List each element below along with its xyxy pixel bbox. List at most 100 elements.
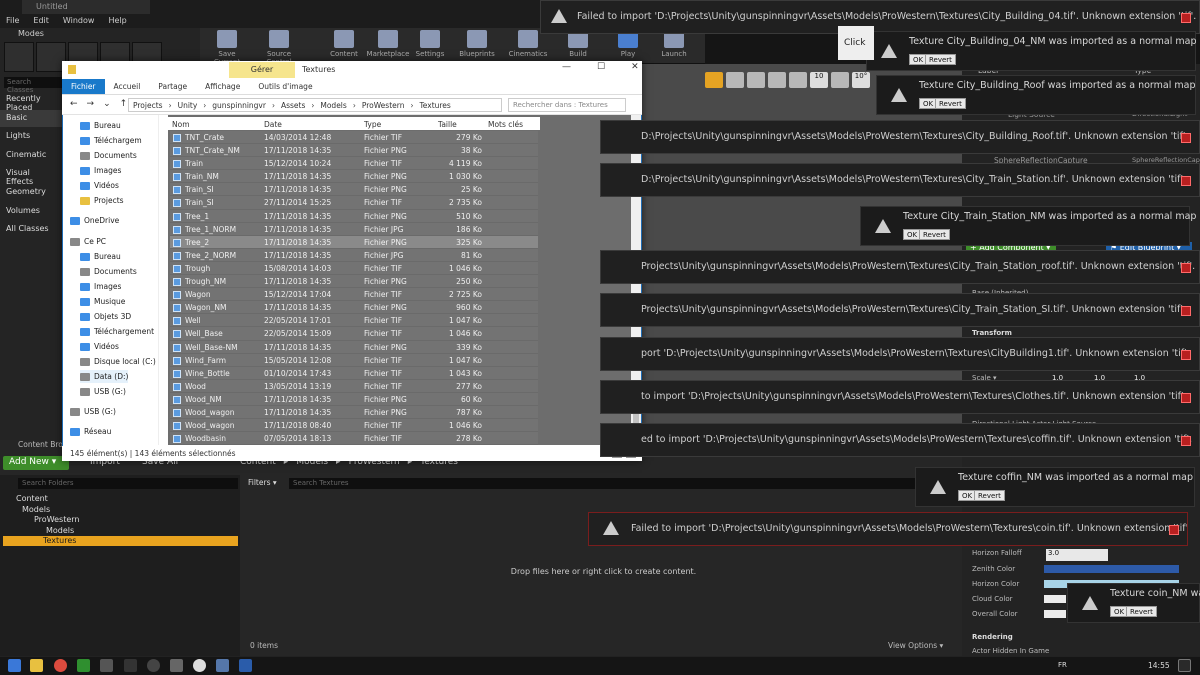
column-3[interactable]: Taille	[438, 120, 457, 129]
revert-button[interactable]: Revert	[974, 490, 1005, 501]
toolbar-button-5[interactable]: Blueprints	[455, 30, 499, 64]
close-icon[interactable]: ✕	[631, 62, 639, 72]
nav-item[interactable]: Documents	[80, 265, 137, 278]
address-segment[interactable]: gunspinningvr	[212, 101, 266, 110]
address-segment[interactable]: Unity	[178, 101, 198, 110]
back-icon[interactable]: ←	[70, 99, 78, 109]
unreal-engine-icon[interactable]	[193, 659, 206, 672]
column-1[interactable]: Date	[264, 120, 282, 129]
folder-textures[interactable]: Textures	[3, 536, 238, 546]
nav-item[interactable]: Documents	[80, 149, 137, 162]
address-segment[interactable]: Models	[320, 101, 346, 110]
file-row[interactable]: Well_Base-NM 17/11/2018 14:35 Fichier PNG 3…	[170, 340, 538, 354]
nav-item[interactable]: Objets 3D	[80, 310, 131, 323]
column-0[interactable]: Nom	[172, 120, 190, 129]
ribbon-tab-3[interactable]: Affichage	[196, 79, 249, 94]
minimize-icon[interactable]: —	[562, 62, 571, 72]
excel-icon[interactable]	[77, 659, 90, 672]
toolbar-button-7[interactable]: Build	[556, 30, 600, 64]
file-row[interactable]: Train_SI 17/11/2018 14:35 Fichier PNG 25 Ko	[170, 183, 538, 197]
file-row[interactable]: Trough_NM 17/11/2018 14:35 Fichier PNG 250 …	[170, 275, 538, 289]
file-row[interactable]: Train_NM 17/11/2018 14:35 Fichier PNG 1 030…	[170, 170, 538, 184]
nav-item[interactable]: Bureau	[80, 250, 121, 263]
scale-icon[interactable]	[747, 72, 765, 88]
app-icon[interactable]	[100, 659, 113, 672]
notification-center-icon[interactable]	[1178, 659, 1191, 672]
gerer-tab[interactable]: Gérer	[229, 62, 295, 78]
file-row[interactable]: Trough 15/08/2014 14:03 Fichier TIF 1 046 K…	[170, 261, 538, 276]
zenith-color-swatch[interactable]	[1044, 565, 1179, 573]
maximize-icon[interactable]: ☐	[597, 62, 605, 72]
ribbon-tab-2[interactable]: Partage	[149, 79, 196, 94]
nav-item[interactable]: OneDrive	[70, 214, 119, 227]
column-4[interactable]: Mots clés	[488, 120, 523, 129]
grid-snap-icon[interactable]	[789, 72, 807, 88]
category-7[interactable]: All Classes	[0, 221, 62, 238]
toolbar-button-6[interactable]: Cinematics	[506, 30, 550, 64]
file-row[interactable]: Well 22/05/2014 17:01 Fichier TIF 1 047 Ko	[170, 314, 538, 328]
up-icon[interactable]: ↑	[120, 99, 128, 109]
forward-icon[interactable]: →	[87, 99, 95, 109]
search-classes-input[interactable]: Search Classes	[4, 77, 62, 94]
file-row[interactable]: Wood_wagon 17/11/2018 08:40 Fichier TIF 1 0…	[170, 419, 538, 433]
folder-models[interactable]: Models	[22, 505, 50, 515]
toolbar-button-8[interactable]: Play	[606, 30, 650, 64]
toolbar-button-2[interactable]: Content	[322, 30, 366, 64]
app-icon[interactable]	[170, 659, 183, 672]
category-0[interactable]: Recently Placed	[0, 91, 62, 112]
explorer-titlebar[interactable]	[62, 61, 642, 79]
nav-item[interactable]: Vidéos	[80, 179, 119, 192]
address-segment[interactable]: Projects	[133, 101, 163, 110]
file-row[interactable]: Wine_Bottle 01/10/2014 17:43 Fichier TIF 1 …	[170, 366, 538, 380]
rotation-value[interactable]: 10°	[852, 72, 870, 88]
toolbar-button-4[interactable]: Settings	[408, 30, 452, 64]
file-row[interactable]: Tree_1 17/11/2018 14:35 Fichier PNG 510 Ko	[170, 209, 538, 223]
category-2[interactable]: Lights	[0, 128, 62, 145]
toolbar-button-9[interactable]: Launch	[652, 30, 696, 64]
file-row[interactable]: Wind_Farm 15/05/2014 12:08 Fichier TIF 1 04…	[170, 353, 538, 367]
app-icon[interactable]	[216, 659, 229, 672]
nav-item[interactable]: Data (D:)	[80, 370, 129, 383]
nav-item[interactable]: USB (G:)	[70, 405, 116, 418]
chrome-icon[interactable]	[54, 659, 67, 672]
menu-window[interactable]: Window	[63, 16, 95, 28]
toolbar-button-0[interactable]: Save Current	[205, 30, 249, 66]
start-icon[interactable]	[8, 659, 21, 672]
close-notification-icon[interactable]	[1181, 13, 1191, 23]
add-new-button[interactable]: Add New ▾	[3, 456, 69, 470]
modes-tab[interactable]: Modes	[18, 29, 44, 40]
nav-item[interactable]: Réseau	[70, 425, 111, 438]
filters-button[interactable]: Filters ▾	[248, 478, 277, 487]
file-row[interactable]: Wood_wagon 17/11/2018 14:35 Fichier PNG 787…	[170, 405, 538, 420]
nav-item[interactable]: Vidéos	[80, 340, 119, 353]
file-row[interactable]: Wood 13/05/2014 13:19 Fichier TIF 277 Ko	[170, 379, 538, 393]
revert-button[interactable]: Revert	[1126, 606, 1157, 617]
rotation-snap-icon[interactable]	[831, 72, 849, 88]
rotate-icon[interactable]	[726, 72, 744, 88]
file-row[interactable]: Woodbasin 07/05/2014 18:13 Fichier TIF 278 …	[170, 432, 538, 446]
app-icon[interactable]	[239, 659, 252, 672]
revert-button[interactable]: Revert	[935, 98, 966, 109]
toolbar-button-3[interactable]: Marketplace	[366, 30, 410, 64]
file-row[interactable]: TNT_Crate_NM 17/11/2018 14:35 Fichier PNG 3…	[170, 144, 538, 158]
file-row[interactable]: Wood_NM 17/11/2018 14:35 Fichier PNG 60 Ko	[170, 392, 538, 406]
nav-item[interactable]: Téléchargement	[80, 325, 154, 338]
language-indicator[interactable]: FR	[1058, 661, 1067, 669]
nav-item[interactable]: Disque local (C:)	[80, 355, 156, 368]
nav-item[interactable]: Musique	[80, 295, 125, 308]
address-segment[interactable]: Assets	[281, 101, 305, 110]
app-icon[interactable]	[147, 659, 160, 672]
file-row[interactable]: TNT_Crate 14/03/2014 12:48 Fichier TIF 279 …	[170, 131, 538, 145]
level-tab[interactable]: Untitled	[22, 0, 150, 14]
file-row[interactable]: Tree_1_NORM 17/11/2018 14:35 Fichier JPG 18…	[170, 222, 538, 236]
category-3[interactable]: Cinematic	[0, 147, 62, 164]
cloud-color-swatch[interactable]	[1044, 595, 1066, 603]
ribbon-tab-1[interactable]: Accueil	[105, 79, 150, 94]
category-1[interactable]: Basic	[0, 109, 62, 127]
close-notification-icon[interactable]	[1181, 436, 1191, 446]
category-5[interactable]: Geometry	[0, 184, 62, 201]
file-row[interactable]: Tree_2_NORM 17/11/2018 14:35 Fichier JPG 81…	[170, 248, 538, 262]
close-notification-icon[interactable]	[1181, 350, 1191, 360]
nav-item[interactable]: Téléchargem	[80, 134, 142, 147]
address-segment[interactable]: Textures	[419, 101, 450, 110]
